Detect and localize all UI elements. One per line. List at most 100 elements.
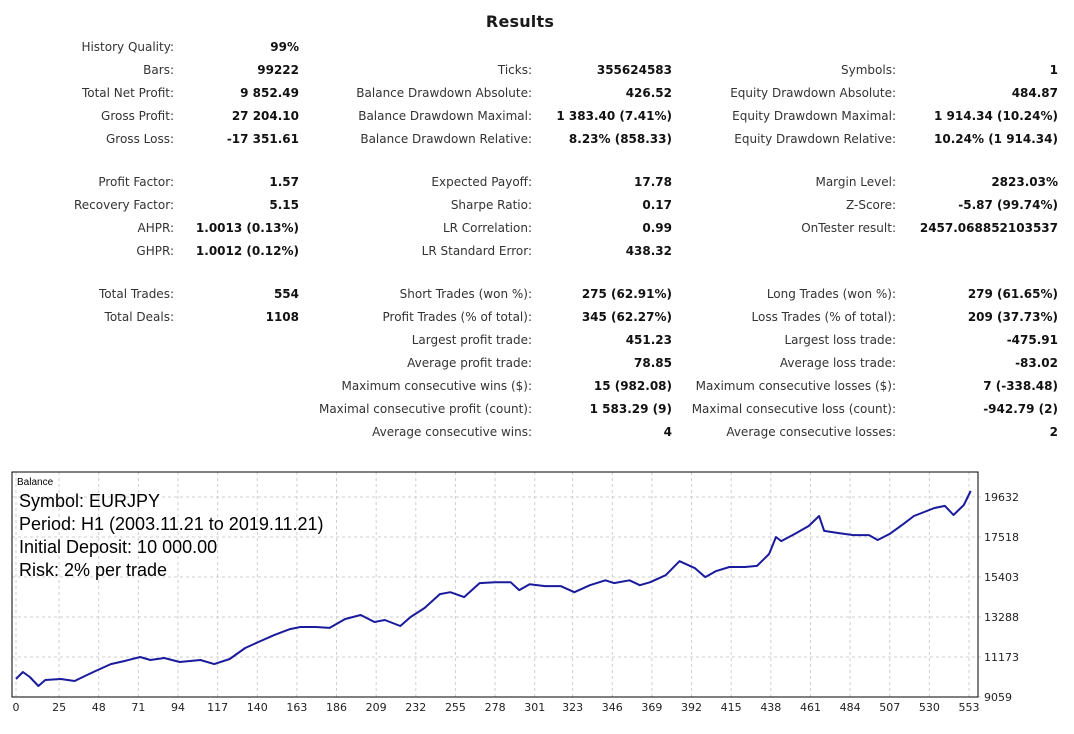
x-tick-label: 255 [445, 701, 466, 714]
y-tick-label: 11173 [984, 651, 1019, 664]
x-tick-label: 369 [641, 701, 662, 714]
x-tick-label: 163 [286, 701, 307, 714]
stat-value: 484.87 [1011, 86, 1058, 100]
x-tick-label: 117 [207, 701, 228, 714]
stat-label: Average consecutive wins: [372, 425, 532, 439]
stat-value: 1 383.40 (7.41%) [556, 109, 672, 123]
stat-label: Recovery Factor: [73, 198, 174, 212]
stat-value: 355624583 [596, 63, 672, 77]
stat-value: 2823.03% [991, 175, 1058, 189]
x-axis-ticks: 0 25 48 71 94 117 140 163 186 209 232 255 278 301 323 3… [13, 701, 980, 714]
x-tick-label: 415 [721, 701, 742, 714]
stat-label: Maximal consecutive loss (count): [691, 402, 896, 416]
stat-label: Balance Drawdown Absolute: [356, 86, 532, 100]
x-tick-label: 301 [524, 701, 545, 714]
stat-label: Profit Factor: [98, 175, 174, 189]
stat-value: 554 [273, 287, 299, 301]
y-tick-label: 15403 [984, 571, 1019, 584]
stat-label: Maximum consecutive losses ($): [695, 379, 896, 393]
stat-label: Largest profit trade: [411, 333, 532, 347]
x-tick-label: 392 [681, 701, 702, 714]
stat-label: History Quality: [81, 40, 174, 54]
stat-label: Balance Drawdown Relative: [360, 132, 532, 146]
stat-value: 9 852.49 [240, 86, 299, 100]
stat-label: AHPR: [137, 221, 174, 235]
x-tick-label: 530 [919, 701, 940, 714]
stat-label: Equity Drawdown Relative: [734, 132, 896, 146]
chart-title: Balance [17, 477, 54, 488]
x-tick-label: 553 [959, 701, 980, 714]
x-tick-label: 140 [247, 701, 268, 714]
stat-label: Loss Trades (% of total): [751, 310, 897, 324]
x-tick-label: 461 [800, 701, 821, 714]
stat-value: 1 [1049, 63, 1058, 77]
stat-value: 7 (-338.48) [983, 379, 1058, 393]
stat-label: Margin Level: [815, 175, 896, 189]
stat-label: Bars: [143, 63, 174, 77]
stat-label: Maximal consecutive profit (count): [318, 402, 532, 416]
y-tick-label: 19632 [984, 491, 1019, 504]
stat-value: 4 [663, 425, 672, 439]
stat-label: LR Correlation: [442, 221, 532, 235]
stat-value: 99222 [257, 63, 299, 77]
stat-label: Gross Profit: [101, 109, 174, 123]
stat-value: 2 [1049, 425, 1058, 439]
y-tick-label: 17518 [984, 531, 1019, 544]
chart-annotation: Period: H1 (2003.11.21 to 2019.11.21) [19, 514, 324, 534]
stat-label: Z-Score: [846, 198, 896, 212]
stat-value: -17 351.61 [226, 132, 299, 146]
stat-value: 1.0013 (0.13%) [195, 221, 299, 235]
stat-value: -475.91 [1006, 333, 1058, 347]
x-tick-label: 94 [171, 701, 185, 714]
stat-value: 78.85 [634, 356, 672, 370]
x-tick-label: 25 [52, 701, 66, 714]
stat-label: Largest loss trade: [784, 333, 896, 347]
stat-value: 99% [270, 40, 299, 54]
stat-value: 1 583.29 (9) [589, 402, 672, 416]
stat-value: 0.17 [642, 198, 672, 212]
stat-value: 279 (61.65%) [967, 287, 1058, 301]
x-tick-label: 278 [485, 701, 506, 714]
stat-value: 1108 [265, 310, 299, 324]
stat-label: GHPR: [136, 244, 174, 258]
stat-label: Sharpe Ratio: [450, 198, 532, 212]
x-tick-label: 507 [879, 701, 900, 714]
stat-label: Short Trades (won %): [399, 287, 532, 301]
stat-value: 438.32 [625, 244, 672, 258]
stat-label: Average profit trade: [407, 356, 532, 370]
stat-label: OnTester result: [801, 221, 896, 235]
stat-label: Ticks: [497, 63, 532, 77]
stat-label: Symbols: [841, 63, 896, 77]
stat-label: Long Trades (won %): [766, 287, 896, 301]
stat-value: 451.23 [625, 333, 672, 347]
stat-value: 1 914.34 (10.24%) [934, 109, 1058, 123]
x-tick-label: 209 [366, 701, 387, 714]
chart-annotation: Initial Deposit: 10 000.00 [19, 537, 217, 557]
stat-value: -942.79 (2) [983, 402, 1058, 416]
x-tick-label: 48 [92, 701, 106, 714]
chart-annotations: Symbol: EURJPY Period: H1 (2003.11.21 to … [19, 491, 324, 580]
stat-label: Total Net Profit: [81, 86, 174, 100]
stat-value: 209 (37.73%) [967, 310, 1058, 324]
x-tick-label: 71 [131, 701, 145, 714]
stat-label: Equity Drawdown Maximal: [732, 109, 896, 123]
chart-annotation: Symbol: EURJPY [19, 491, 160, 511]
stat-value: 426.52 [625, 86, 672, 100]
stat-label: Maximum consecutive wins ($): [341, 379, 532, 393]
y-axis-ticks: 9059 11173 13288 15403 17518 19632 [984, 491, 1019, 704]
stat-value: 1.0012 (0.12%) [195, 244, 299, 258]
stat-label: Equity Drawdown Absolute: [730, 86, 896, 100]
stat-label: Expected Payoff: [431, 175, 532, 189]
stat-value: 17.78 [634, 175, 672, 189]
x-tick-label: 0 [13, 701, 20, 714]
stat-value: 345 (62.27%) [581, 310, 672, 324]
stat-value: 10.24% (1 914.34) [934, 132, 1058, 146]
stat-label: Average loss trade: [779, 356, 896, 370]
stat-label: LR Standard Error: [421, 244, 532, 258]
stat-value: -83.02 [1015, 356, 1058, 370]
stat-value: 2457.068852103537 [919, 221, 1058, 235]
stat-value: 27 204.10 [231, 109, 299, 123]
stat-value: -5.87 (99.74%) [958, 198, 1058, 212]
report-title: Results [485, 12, 555, 31]
y-tick-label: 13288 [984, 611, 1019, 624]
